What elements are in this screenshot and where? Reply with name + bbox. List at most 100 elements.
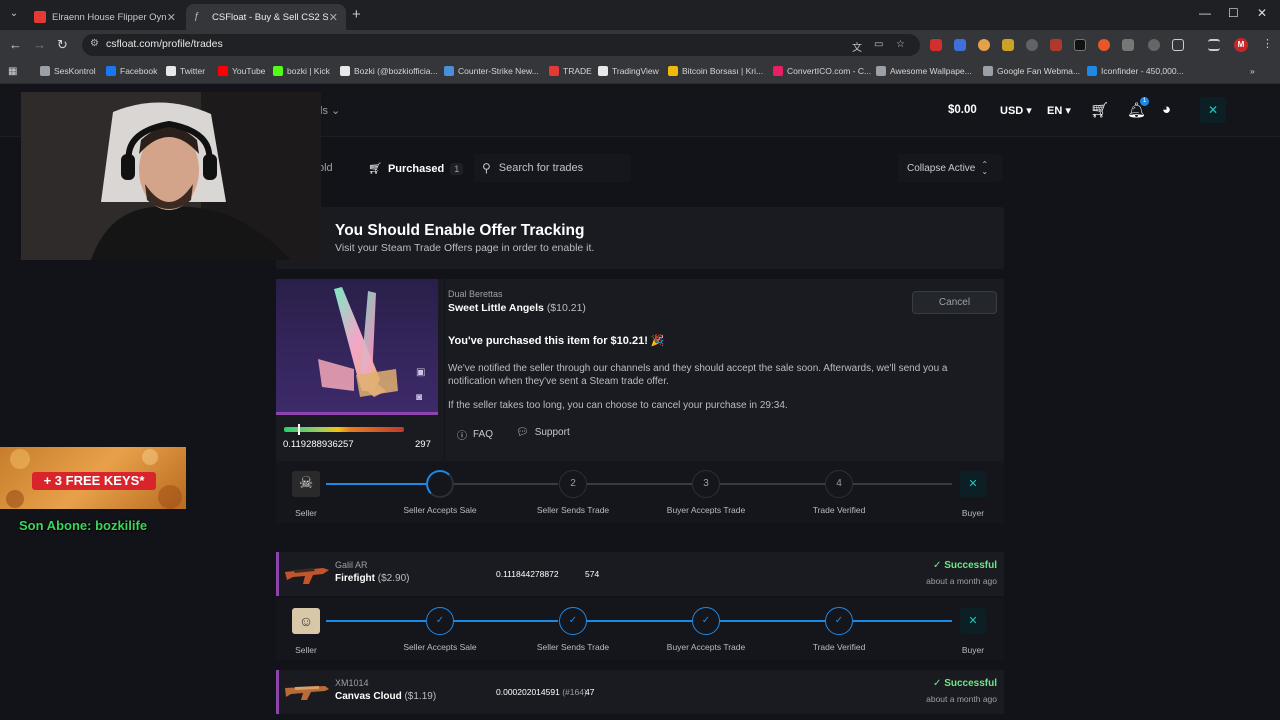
buyer-avatar[interactable]: ✕ <box>960 471 986 497</box>
step-label: Buyer Accepts Trade <box>666 642 746 652</box>
tab-csfloat[interactable]: ƒ CSFloat - Buy & Sell CS2 Skins ✕ <box>186 4 346 30</box>
trade-search-input[interactable]: ⚲ Search for trades <box>474 154 631 182</box>
wallet-balance[interactable]: $0.00 <box>948 104 977 116</box>
xm1014-image <box>285 686 329 700</box>
close-window-icon[interactable]: ✕ <box>1257 6 1267 20</box>
bookmark-item[interactable]: ConvertICO.com - C... <box>773 66 871 76</box>
bookmark-label: Counter-Strike New... <box>458 66 539 76</box>
faq-button[interactable]: ⓘ FAQ <box>457 427 493 442</box>
profile-avatar[interactable]: M <box>1234 38 1248 52</box>
seller-avatar[interactable]: ☺ <box>292 608 320 634</box>
extension-icon[interactable] <box>1122 39 1134 51</box>
skin-name: Firefight <box>335 573 375 584</box>
close-tab-icon[interactable]: ✕ <box>167 11 176 24</box>
cart-icon[interactable]: 🛒︎ <box>1090 101 1109 119</box>
bookmark-star-icon[interactable]: ☆ <box>896 39 905 50</box>
inspect-icon[interactable]: ▣ <box>416 367 425 378</box>
trade-history-row[interactable]: Galil AR Firefight ($2.90) 0.11184427887… <box>276 552 1004 596</box>
skin-title: Firefight ($2.90) <box>335 573 409 584</box>
bookmark-item[interactable]: Bitcoin Borsası | Kri... <box>668 66 763 76</box>
bookmark-label: TradingView <box>612 66 659 76</box>
float-value: 0.000202014591 (#164) <box>496 687 587 697</box>
deals-label: ls <box>320 105 328 117</box>
currency-select[interactable]: USD ▾ <box>1000 104 1032 117</box>
extension-icon[interactable] <box>1148 39 1160 51</box>
cancel-button[interactable]: Cancel <box>912 291 997 314</box>
extension-icon[interactable] <box>1074 39 1086 51</box>
user-avatar[interactable]: ✕ <box>1200 97 1226 123</box>
reload-icon[interactable]: ↻ <box>57 37 68 53</box>
cancel-timeout-text: If the seller takes too long, you can ch… <box>448 400 788 411</box>
url-text: csfloat.com/profile/trades <box>106 38 223 50</box>
extension-icon[interactable] <box>1098 39 1110 51</box>
bookmark-item[interactable]: SesKontrol <box>40 66 96 76</box>
maximize-icon[interactable]: ☐ <box>1228 6 1239 20</box>
support-button[interactable]: 💬︎ Support <box>516 427 570 438</box>
deals-dropdown[interactable]: ls ⌄ <box>320 104 340 117</box>
tab-search-icon[interactable]: ⌄ <box>6 6 22 22</box>
site-info-icon[interactable]: ⚙ <box>90 38 99 49</box>
extension-icon[interactable] <box>1026 39 1038 51</box>
bookmark-item[interactable]: Iconfinder - 450,000... <box>1087 66 1184 76</box>
translate-icon[interactable]: 文 <box>852 39 862 54</box>
tab-purchased[interactable]: 🛒︎ Purchased 1 <box>368 162 464 175</box>
bookmark-label: bozki | Kick <box>287 66 330 76</box>
bookmark-favicon-icon <box>273 66 283 76</box>
bookmark-item[interactable]: bozki | Kick <box>273 66 330 76</box>
chrome-menu-icon[interactable]: ⋮ <box>1262 37 1273 50</box>
status-label: Successful <box>944 560 997 571</box>
palette-icon[interactable]: ◕ <box>1162 101 1171 118</box>
minimize-icon[interactable]: — <box>1199 6 1211 20</box>
progress-line <box>852 620 952 622</box>
progress-line <box>586 620 692 622</box>
tab-title: CSFloat - Buy & Sell CS2 Skins <box>212 11 328 23</box>
language-select[interactable]: EN ▾ <box>1047 104 1071 117</box>
float-wear-bar <box>284 427 404 432</box>
bookmark-label: YouTube <box>232 66 266 76</box>
extension-icon[interactable] <box>930 39 942 51</box>
collapse-active-button[interactable]: Collapse Active ⌃ ⌄ <box>898 154 1002 182</box>
bookmark-item[interactable]: Google Fan Webma... <box>983 66 1080 76</box>
screenshot-icon[interactable]: ◙ <box>416 392 422 403</box>
apps-grid-icon[interactable]: ▦ <box>8 66 17 77</box>
buyer-avatar[interactable]: ✕ <box>960 608 986 634</box>
support-label: Support <box>534 427 570 438</box>
address-bar[interactable]: ⚙ csfloat.com/profile/trades 文 ▭ ☆ <box>82 34 920 56</box>
bookmark-item[interactable]: TRADE <box>549 66 592 76</box>
new-tab-icon[interactable]: + <box>352 6 361 23</box>
active-trade-card: ▣ ◙ 0.119288936257 297 Dual Berettas Swe… <box>276 279 1004 461</box>
bookmark-favicon-icon <box>444 66 454 76</box>
bookmark-item[interactable]: Awesome Wallpape... <box>876 66 972 76</box>
step-label: Seller Accepts Sale <box>403 505 477 515</box>
back-icon[interactable]: ← <box>9 37 22 52</box>
seller-avatar[interactable]: ☠ <box>292 471 320 497</box>
weapon-name: Dual Berettas <box>448 289 503 299</box>
item-image[interactable]: ▣ ◙ <box>276 279 438 415</box>
more-bookmarks-icon[interactable]: » <box>1250 66 1255 76</box>
extension-icon[interactable] <box>1050 39 1062 51</box>
bookmark-item[interactable]: YouTube <box>218 66 265 76</box>
cast-icon[interactable]: ▭ <box>874 39 883 50</box>
step-label: Seller Sends Trade <box>536 505 610 515</box>
tab-elraenn[interactable]: Elraenn House Flipper Oynuyor ✕ <box>26 4 184 30</box>
bookmark-item[interactable]: Twitter <box>166 66 205 76</box>
trade-history-row[interactable]: XM1014 Canvas Cloud ($1.19) 0.0002020145… <box>276 670 1004 714</box>
media-control-icon[interactable] <box>1208 39 1220 51</box>
trade-progress-tracker: ☠ 2 3 4 ✕ Seller Seller Accepts Sale Sel… <box>276 461 1004 523</box>
extensions-puzzle-icon[interactable] <box>1172 39 1184 51</box>
step-label: Seller Accepts Sale <box>403 642 477 652</box>
extension-icon[interactable] <box>954 39 966 51</box>
step-2-circle: 2 <box>559 470 587 498</box>
extension-icon[interactable] <box>978 39 990 51</box>
close-tab-icon[interactable]: ✕ <box>329 11 338 24</box>
cart-icon: 🛒︎ <box>368 163 382 175</box>
forward-icon[interactable]: → <box>33 37 46 52</box>
bookmark-label: Facebook <box>120 66 158 76</box>
bookmark-item[interactable]: Counter-Strike New... <box>444 66 539 76</box>
extension-icon[interactable] <box>1002 39 1014 51</box>
bookmark-item[interactable]: TradingView <box>598 66 659 76</box>
bookmark-item[interactable]: Facebook <box>106 66 157 76</box>
bookmark-item[interactable]: Bozki (@bozkiofficia... <box>340 66 438 76</box>
notification-badge: 1 <box>1140 97 1149 106</box>
step-label: Trade Verified <box>812 505 866 515</box>
